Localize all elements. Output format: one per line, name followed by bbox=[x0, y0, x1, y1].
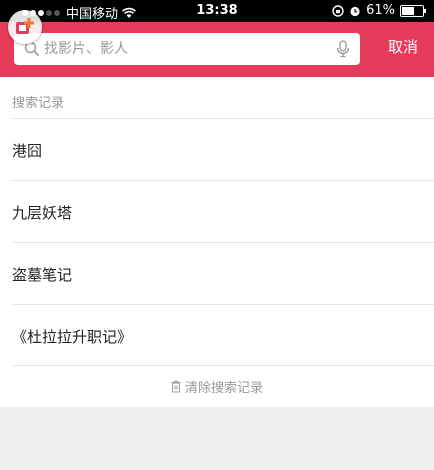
search-field[interactable] bbox=[14, 33, 360, 65]
search-input[interactable] bbox=[44, 33, 314, 65]
battery-icon bbox=[400, 4, 426, 17]
history-item-label: 盗墓笔记 bbox=[12, 266, 73, 284]
history-item-label: 港囧 bbox=[12, 142, 43, 160]
app-logo-icon bbox=[16, 18, 34, 34]
status-bar: 中国移动 13:38 61% bbox=[0, 0, 434, 22]
search-history-panel: 搜索记录 港囧 九层妖塔 盗墓笔记 《杜拉拉升职记》 清除搜索记录 bbox=[0, 77, 434, 407]
clear-history-label: 清除搜索记录 bbox=[184, 380, 263, 396]
search-bar: 取消 bbox=[0, 22, 434, 77]
history-item[interactable]: 港囧 bbox=[0, 119, 434, 181]
clear-history-button[interactable]: 清除搜索记录 bbox=[0, 365, 434, 407]
app-logo-badge[interactable] bbox=[8, 10, 42, 44]
search-history-title: 搜索记录 bbox=[12, 96, 65, 111]
history-item[interactable]: 《杜拉拉升职记》 bbox=[0, 305, 434, 367]
microphone-icon[interactable] bbox=[336, 40, 350, 58]
history-item[interactable]: 盗墓笔记 bbox=[0, 243, 434, 305]
lock-rotation-icon bbox=[332, 4, 344, 17]
battery-fill bbox=[402, 6, 415, 15]
trash-icon bbox=[171, 380, 181, 392]
alarm-icon bbox=[350, 6, 360, 16]
history-item-label: 《杜拉拉升职记》 bbox=[12, 328, 133, 346]
history-item-label: 九层妖塔 bbox=[12, 204, 73, 222]
battery-percent: 61% bbox=[366, 3, 395, 18]
cancel-button[interactable]: 取消 bbox=[388, 36, 418, 57]
history-item[interactable]: 九层妖塔 bbox=[0, 181, 434, 243]
status-bar-right: 61% bbox=[332, 3, 426, 18]
